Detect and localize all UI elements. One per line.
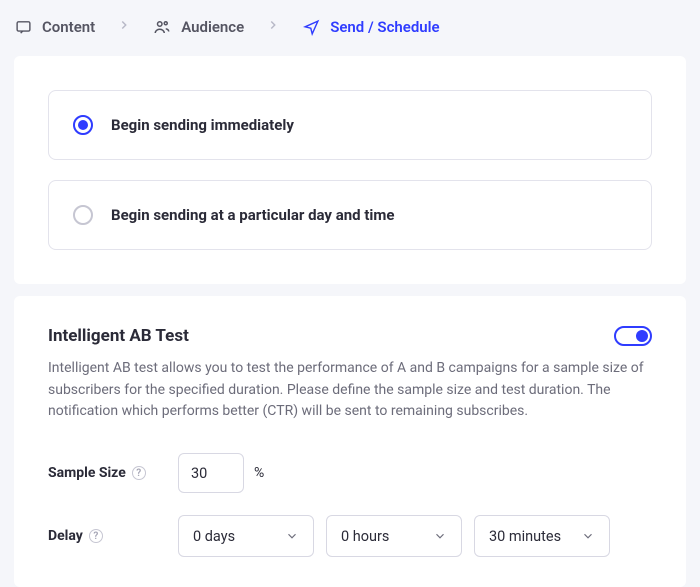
breadcrumb-label: Send / Schedule xyxy=(330,18,439,36)
ab-test-title: Intelligent AB Test xyxy=(48,326,189,346)
breadcrumb-label: Content xyxy=(42,18,95,36)
send-icon xyxy=(302,18,320,36)
ab-test-description: Intelligent AB test allows you to test t… xyxy=(48,358,652,423)
chevron-down-icon xyxy=(285,529,299,543)
delay-row: Delay ? 0 days 0 hours 30 minutes xyxy=(48,515,652,557)
message-icon xyxy=(14,18,32,36)
radio-selected-icon[interactable] xyxy=(73,115,93,135)
help-icon[interactable]: ? xyxy=(132,466,146,480)
sample-size-label: Sample Size ? xyxy=(48,465,178,481)
sample-size-input[interactable]: 30 xyxy=(178,453,244,493)
chevron-down-icon xyxy=(433,529,447,543)
chevron-right-icon xyxy=(117,18,131,36)
chevron-right-icon xyxy=(266,18,280,36)
ab-test-section: Intelligent AB Test Intelligent AB test … xyxy=(14,296,686,587)
sample-size-row: Sample Size ? 30 % xyxy=(48,453,652,493)
ab-test-toggle[interactable] xyxy=(614,326,652,346)
delay-hours-select[interactable]: 0 hours xyxy=(326,515,462,557)
option-send-scheduled[interactable]: Begin sending at a particular day and ti… xyxy=(48,180,652,250)
option-send-immediately[interactable]: Begin sending immediately xyxy=(48,90,652,160)
delay-days-select[interactable]: 0 days xyxy=(178,515,314,557)
radio-unselected-icon[interactable] xyxy=(73,205,93,225)
audience-icon xyxy=(153,18,171,36)
breadcrumb: Content Audience Send / Schedule xyxy=(0,0,700,56)
delay-label: Delay ? xyxy=(48,528,178,544)
delay-minutes-select[interactable]: 30 minutes xyxy=(474,515,610,557)
percent-label: % xyxy=(254,465,264,481)
chevron-down-icon xyxy=(581,529,595,543)
breadcrumb-step-audience[interactable]: Audience xyxy=(153,18,244,36)
schedule-options-card: Begin sending immediately Begin sending … xyxy=(14,56,686,284)
option-label: Begin sending at a particular day and ti… xyxy=(111,206,394,224)
option-label: Begin sending immediately xyxy=(111,116,294,134)
help-icon[interactable]: ? xyxy=(89,529,103,543)
breadcrumb-label: Audience xyxy=(181,18,244,36)
breadcrumb-step-send[interactable]: Send / Schedule xyxy=(302,18,439,36)
breadcrumb-step-content[interactable]: Content xyxy=(14,18,95,36)
